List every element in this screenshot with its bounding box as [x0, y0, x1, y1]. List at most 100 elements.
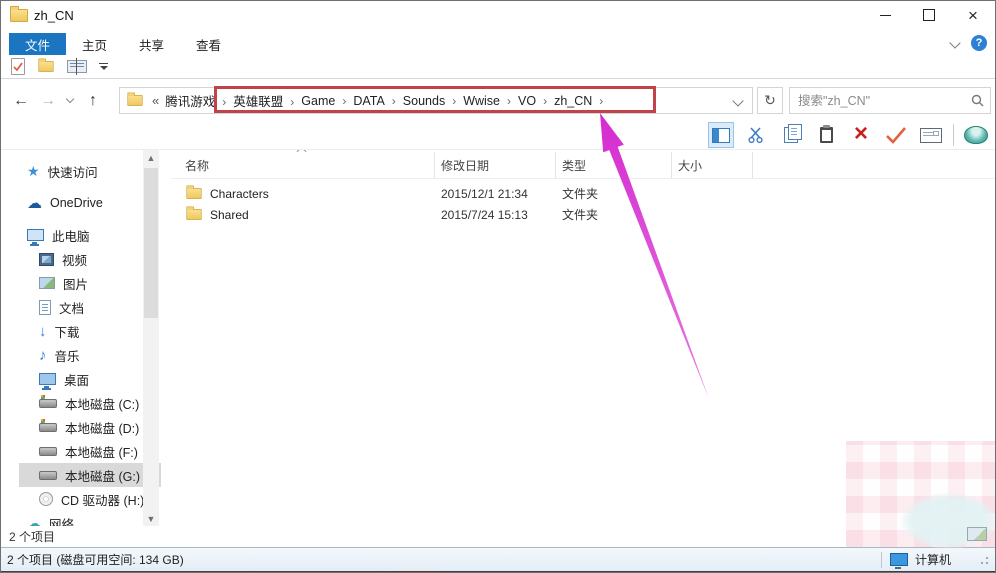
breadcrumb-item[interactable]: zh_CN	[554, 94, 610, 108]
sidebar-item-this-pc[interactable]: 此电脑	[19, 223, 161, 247]
search-box	[789, 87, 991, 114]
sidebar-item-network[interactable]: ☁网络	[19, 511, 161, 527]
file-name: Shared	[210, 208, 249, 222]
sidebar-item-drive-d[interactable]: 本地磁盘 (D:)	[19, 415, 161, 439]
file-date: 2015/12/1 21:34	[435, 187, 556, 201]
minimize-button[interactable]	[863, 1, 907, 29]
drive-icon	[39, 447, 57, 456]
delete-icon: ×	[854, 122, 868, 146]
sidebar-item-pictures[interactable]: 图片	[19, 271, 161, 295]
breadcrumb-item[interactable]: VO	[518, 94, 554, 108]
address-folder-icon	[127, 95, 142, 106]
properties-toolbar-button[interactable]	[918, 122, 944, 148]
preview-pane-button[interactable]	[708, 122, 734, 148]
cut-button[interactable]	[743, 122, 769, 148]
file-type: 文件夹	[556, 206, 672, 223]
new-folder-icon[interactable]	[38, 61, 53, 72]
breadcrumb-item[interactable]: Wwise	[463, 94, 518, 108]
cloud-icon: ☁	[27, 196, 42, 211]
sidebar-item-documents[interactable]: 文档	[19, 295, 161, 319]
ribbon-tabs: 文件 主页 共享 查看	[1, 29, 995, 55]
close-button[interactable]: ×	[951, 1, 995, 29]
breadcrumb-overflow-icon[interactable]: «	[152, 93, 159, 108]
maximize-button[interactable]	[907, 1, 951, 29]
quick-access-toolbar	[1, 55, 995, 79]
sidebar-item-videos[interactable]: 视频	[19, 247, 161, 271]
table-row[interactable]: Shared 2015/7/24 15:13 文件夹	[171, 204, 995, 225]
confirm-button[interactable]	[883, 122, 909, 148]
sidebar-item-drive-f[interactable]: 本地磁盘 (F:)	[19, 439, 161, 463]
status-bar: 2 个项目	[1, 526, 995, 547]
shell-icon	[964, 126, 988, 144]
computer-icon	[27, 229, 44, 241]
desktop-icon	[39, 373, 56, 385]
bottom-status-text: 2 个项目 (磁盘可用空间: 134 GB)	[7, 551, 873, 568]
tab-share[interactable]: 共享	[123, 33, 180, 55]
file-date: 2015/7/24 15:13	[435, 208, 556, 222]
explorer-window: zh_CN × 文件 主页 共享 查看 ? ← → ↑ « 腾讯游戏 英雄联盟	[0, 0, 996, 573]
scroll-up-icon[interactable]: ▲	[143, 150, 159, 166]
breadcrumb-item[interactable]: 英雄联盟	[233, 91, 301, 110]
list-header: 名称 修改日期 类型 大小	[171, 152, 995, 179]
help-icon[interactable]: ?	[971, 35, 987, 51]
status-separator	[881, 552, 882, 568]
check-icon	[885, 126, 907, 144]
up-icon[interactable]: ↑	[89, 92, 97, 110]
back-icon[interactable]: ←	[13, 92, 29, 110]
address-dropdown-icon[interactable]	[732, 95, 743, 106]
sidebar-item-onedrive[interactable]: ☁OneDrive	[19, 191, 161, 215]
sidebar-item-quick-access[interactable]: ★快速访问	[19, 159, 161, 183]
column-header-type[interactable]: 类型	[556, 152, 672, 178]
table-row[interactable]: Characters 2015/12/1 21:34 文件夹	[171, 183, 995, 204]
refresh-button[interactable]: ↻	[757, 87, 783, 114]
breadcrumb-item[interactable]: DATA	[353, 94, 402, 108]
tab-home[interactable]: 主页	[66, 33, 123, 55]
column-header-date[interactable]: 修改日期	[435, 152, 556, 178]
rename-icon[interactable]	[67, 60, 87, 73]
copy-button[interactable]	[778, 122, 804, 148]
envelope-icon	[920, 128, 942, 143]
resize-grip[interactable]	[979, 555, 989, 565]
search-icon[interactable]	[971, 94, 984, 107]
shell-tool-button[interactable]	[963, 122, 989, 148]
computer-status-label: 计算机	[915, 551, 951, 568]
breadcrumb-item[interactable]: Sounds	[403, 94, 463, 108]
pictures-icon	[39, 277, 55, 289]
content-area: ★快速访问 ☁OneDrive 此电脑 视频 图片 文档 ↓下载 ♪音乐 桌面 …	[1, 149, 995, 527]
scrollbar-thumb[interactable]	[144, 168, 158, 318]
paste-button[interactable]	[813, 122, 839, 148]
title-bar: zh_CN	[1, 1, 995, 29]
drive-icon	[39, 423, 57, 432]
scroll-down-icon[interactable]: ▼	[143, 511, 159, 527]
properties-icon[interactable]	[11, 58, 25, 75]
tab-view[interactable]: 查看	[180, 33, 237, 55]
address-bar[interactable]: « 腾讯游戏 英雄联盟 Game DATA Sounds Wwise VO zh…	[119, 87, 753, 114]
sidebar-item-downloads[interactable]: ↓下载	[19, 319, 161, 343]
sidebar-item-cd-drive-h[interactable]: CD 驱动器 (H:)	[19, 487, 161, 511]
window-folder-icon	[10, 9, 28, 22]
preview-pane-icon	[712, 128, 730, 143]
search-input[interactable]	[796, 93, 971, 109]
tab-file[interactable]: 文件	[9, 33, 66, 55]
sidebar-item-drive-c[interactable]: 本地磁盘 (C:)	[19, 391, 161, 415]
file-type: 文件夹	[556, 185, 672, 202]
sidebar-item-drive-g[interactable]: 本地磁盘 (G:)	[19, 463, 161, 487]
customize-toolbar-icon[interactable]	[99, 63, 108, 70]
column-header-size[interactable]: 大小	[672, 152, 753, 178]
folder-icon	[186, 209, 201, 220]
forward-icon[interactable]: →	[40, 92, 56, 110]
sidebar-item-desktop[interactable]: 桌面	[19, 367, 161, 391]
scissors-icon	[747, 126, 765, 144]
ribbon-expand-icon[interactable]	[949, 37, 960, 48]
file-name: Characters	[210, 187, 269, 201]
recent-locations-icon[interactable]	[66, 95, 74, 103]
breadcrumb-item[interactable]: Game	[301, 94, 353, 108]
sidebar-scrollbar[interactable]: ▲ ▼	[143, 150, 159, 527]
sidebar-item-music[interactable]: ♪音乐	[19, 343, 161, 367]
breadcrumb-root[interactable]: 腾讯游戏	[165, 91, 233, 110]
column-header-name[interactable]: 名称	[171, 152, 435, 178]
video-icon	[39, 253, 54, 266]
delete-button[interactable]: ×	[848, 122, 874, 148]
downloads-icon: ↓	[39, 324, 47, 339]
cd-drive-icon	[39, 492, 53, 506]
